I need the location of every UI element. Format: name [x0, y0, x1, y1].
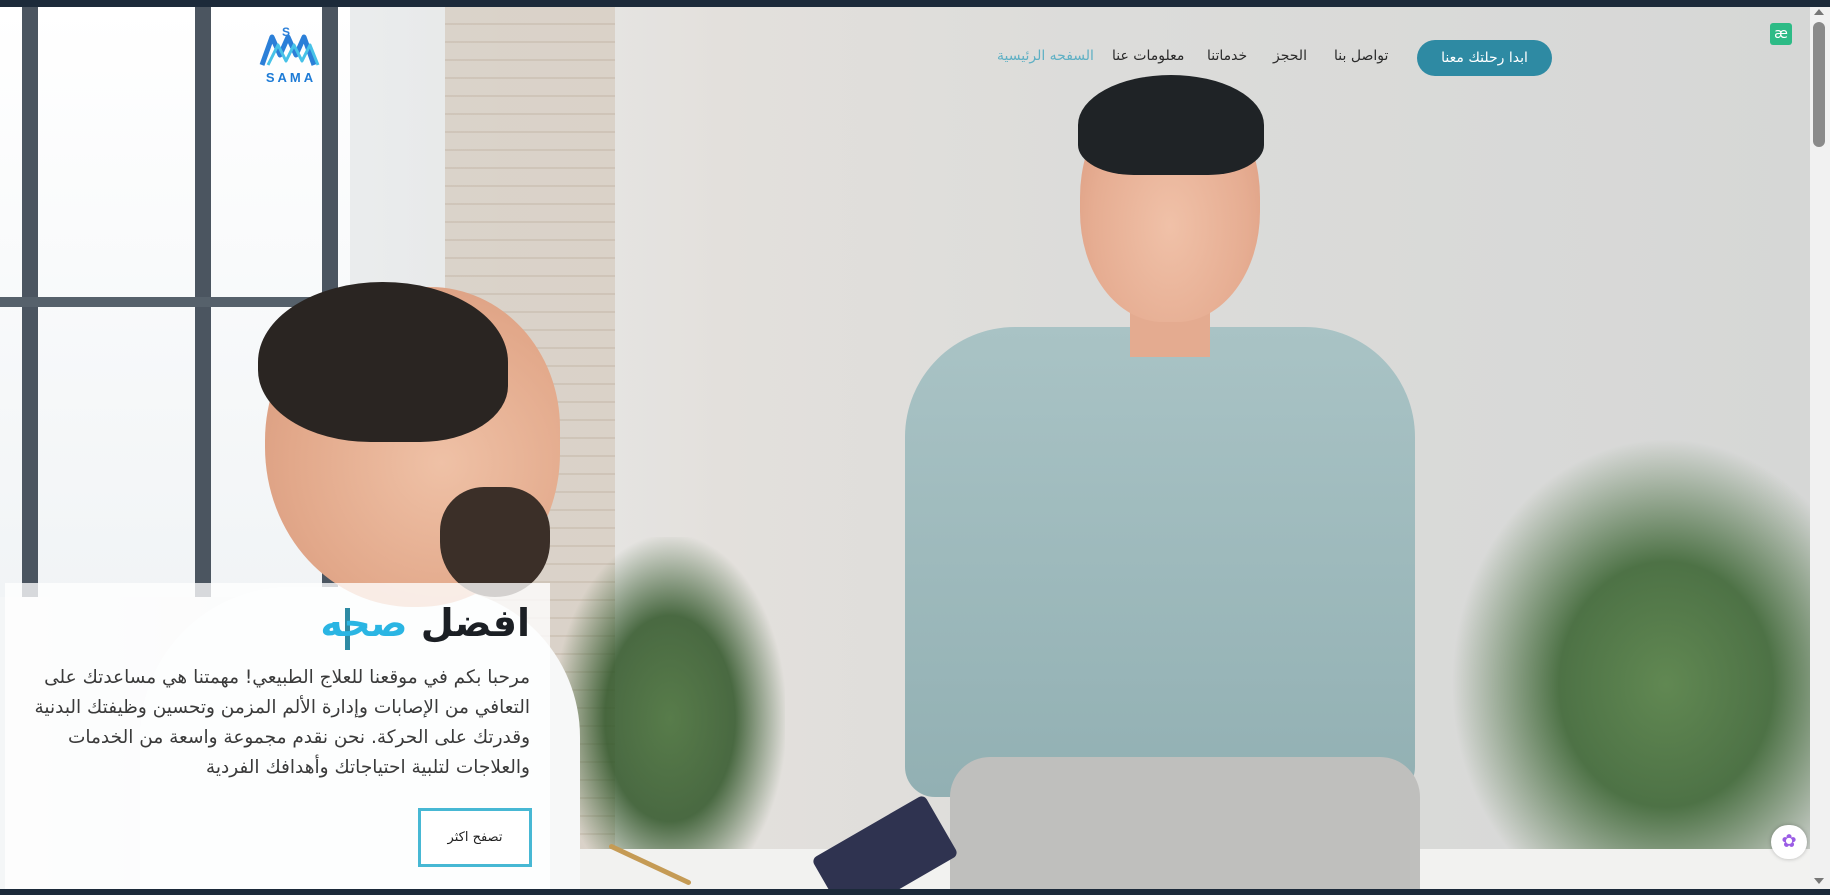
hero-title: افضل صحه [320, 601, 530, 645]
nav-booking[interactable]: الحجز [1273, 48, 1307, 70]
start-journey-button[interactable]: ابدا رحلتك معنا [1417, 40, 1552, 76]
logo-mark-icon: S [259, 25, 320, 66]
hero-title-main: افضل [420, 601, 530, 645]
patient-hair [1078, 75, 1264, 175]
scroll-up-arrow-icon[interactable] [1814, 9, 1824, 15]
scrollbar-thumb[interactable] [1813, 22, 1825, 147]
window-bottom-bar [0, 889, 1830, 895]
hero-title-accent: صحه [320, 601, 408, 645]
scroll-down-arrow-icon[interactable] [1814, 878, 1824, 884]
ae-extension-icon[interactable]: æ [1770, 23, 1792, 45]
plant-left [555, 537, 785, 867]
plant-right [1450, 437, 1810, 887]
site-logo[interactable]: S SAMA [258, 25, 324, 85]
patient-shirt [905, 327, 1415, 797]
browse-more-button[interactable]: تصفح اكثر [418, 808, 532, 867]
window-top-bar [0, 0, 1830, 7]
nav-contact[interactable]: تواصل بنا [1334, 48, 1388, 70]
nav-about[interactable]: معلومات عنا [1112, 48, 1184, 70]
nav-home[interactable]: السفحه الرئيسية [997, 48, 1094, 70]
patient-shorts [950, 757, 1420, 889]
brain-icon[interactable]: ✿ [1771, 825, 1807, 859]
hero-description: مرحبا بكم في موقعنا للعلاج الطبيعي! مهمت… [34, 667, 530, 778]
therapist-beard [440, 487, 550, 597]
therapist-hair [258, 282, 508, 442]
svg-text:S: S [282, 25, 290, 39]
nav-services[interactable]: خدماتنا [1207, 48, 1247, 70]
logo-text: SAMA [265, 70, 317, 85]
